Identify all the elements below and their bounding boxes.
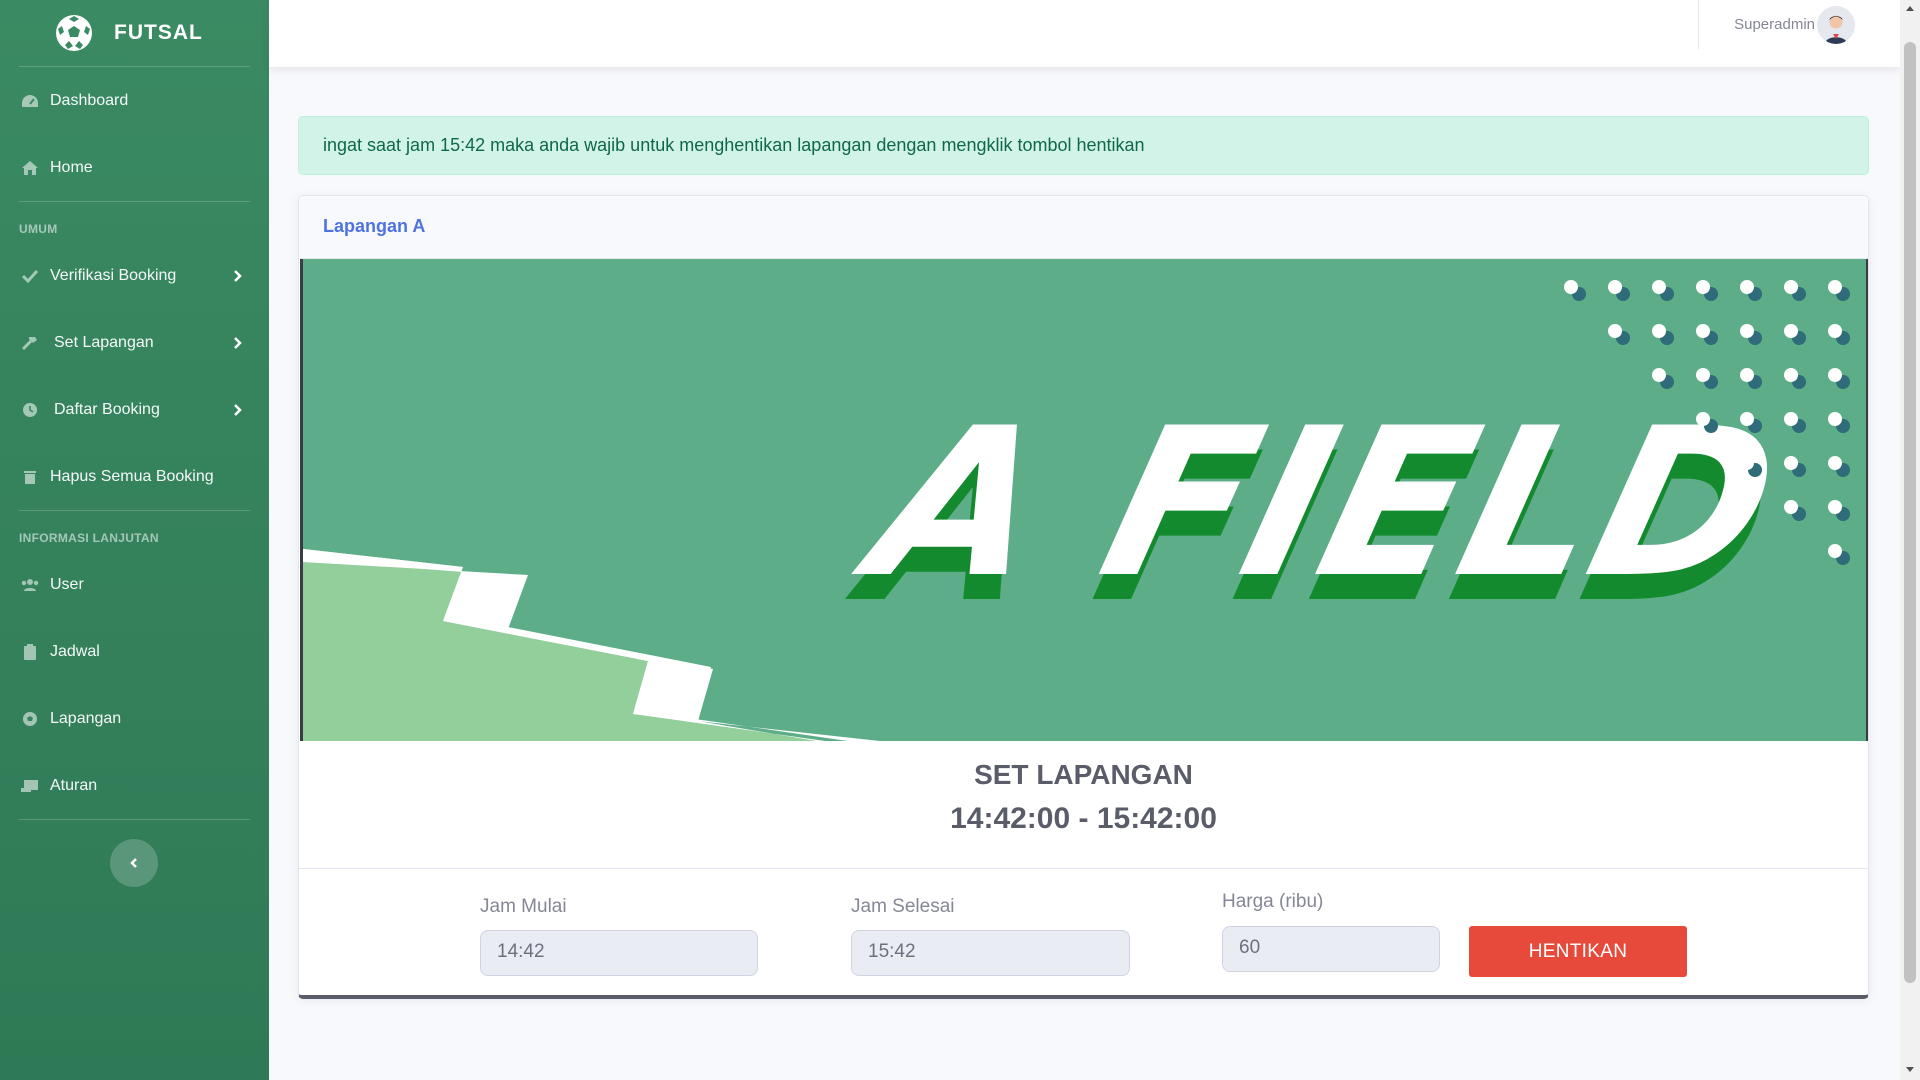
check-icon [20,266,40,286]
brand[interactable]: FUTSAL [0,0,269,66]
clipboard-icon [20,642,40,662]
sidebar-item-lapangan[interactable]: Lapangan [0,685,269,752]
dot [1740,368,1754,382]
sidebar-item-label: Set Lapangan [54,333,154,351]
set-lapangan-time: 14:42:00 - 15:42:00 [950,802,1217,835]
sidebar-item-aturan[interactable]: Aturan [0,752,269,819]
dot [1828,412,1842,426]
sidebar-item-user[interactable]: User [0,551,269,618]
sidebar-item-home[interactable]: Home [0,134,269,201]
scroll-up-arrow-icon[interactable] [1905,4,1915,14]
dot [1784,324,1798,338]
dot [1652,368,1666,382]
sidebar-item-label: User [50,575,84,593]
sidebar-item-set-lapangan[interactable]: Set Lapangan [0,309,269,376]
avatar[interactable] [1817,6,1855,44]
sidebar-section-info: INFORMASI LANJUTAN [19,531,159,545]
dot [1696,324,1710,338]
dot [1784,412,1798,426]
dot [1696,280,1710,294]
dot [1784,368,1798,382]
tachometer-icon [20,91,40,111]
home-icon [20,158,40,178]
hammer-icon [20,333,40,353]
jam-mulai-label: Jam Mulai [480,896,567,917]
sidebar-divider [19,819,250,820]
dot [1696,368,1710,382]
sidebar-item-verifikasi-booking[interactable]: Verifikasi Booking [0,242,269,309]
futbol-icon [20,709,40,729]
sidebar-item-label: Lapangan [50,709,122,727]
user-name[interactable]: Superadmin [1734,16,1815,33]
sidebar-item-label: Jadwal [50,642,100,660]
sidebar-item-label: Daftar Booking [54,400,160,418]
topbar-divider [1698,0,1699,49]
sidebar-item-dashboard[interactable]: Dashboard [0,67,269,134]
dot [1828,324,1842,338]
sidebar-toggle-button[interactable] [110,839,158,887]
dot [1652,324,1666,338]
dot [1784,500,1798,514]
chevron-left-icon [130,858,137,868]
lapangan-card: Lapangan A A FIELD A FIELD SET LAPANGAN … [298,195,1869,999]
scroll-icon [20,776,40,796]
dot [1608,280,1622,294]
dot [1652,280,1666,294]
dot [1740,412,1754,426]
jam-mulai-input[interactable]: 14:42 [480,930,758,976]
sidebar-item-label: Home [50,158,93,176]
sidebar-section-umum: UMUM [19,222,58,236]
clock-icon [20,400,40,420]
users-icon [20,575,40,595]
card-title: Lapangan A [299,196,1868,259]
brand-name: FUTSAL [114,21,203,44]
sidebar: FUTSAL Dashboard Home UMUM Verifikasi Bo… [0,0,269,1080]
sidebar-item-daftar-booking[interactable]: Daftar Booking [0,376,269,443]
topbar: Superadmin [269,0,1900,67]
dot [1784,280,1798,294]
dot [1696,412,1710,426]
dot [1784,456,1798,470]
chevron-right-icon [234,403,242,416]
scroll-down-arrow-icon[interactable] [1905,1064,1915,1074]
card-divider [299,868,1868,869]
field-banner-image: A FIELD A FIELD [300,259,1868,741]
dot [1608,324,1622,338]
dot [1740,280,1754,294]
scrollbar-thumb[interactable] [1904,42,1916,983]
sidebar-item-jadwal[interactable]: Jadwal [0,618,269,685]
hentikan-button[interactable]: HENTIKAN [1469,926,1687,977]
harga-input[interactable]: 60 [1222,926,1440,972]
sidebar-item-label: Aturan [50,776,98,794]
dot [1828,368,1842,382]
sidebar-item-label: Hapus Semua Booking [50,467,214,485]
dot [1828,456,1842,470]
dot [1564,280,1578,294]
chevron-right-icon [234,336,242,349]
dot [1740,456,1754,470]
dot [1828,500,1842,514]
jam-selesai-label: Jam Selesai [851,896,955,917]
set-lapangan-title: SET LAPANGAN [974,759,1193,790]
warning-alert: ingat saat jam 15:42 maka anda wajib unt… [298,116,1869,175]
soccer-ball-icon [56,15,92,51]
banner-text: A FIELD [838,385,1798,623]
dot [1828,544,1842,558]
trash-icon [20,467,40,487]
dot [1740,324,1754,338]
harga-label: Harga (ribu) [1222,891,1324,912]
jam-selesai-input[interactable]: 15:42 [851,930,1130,976]
chevron-right-icon [234,269,242,282]
sidebar-item-label: Dashboard [50,91,129,109]
sidebar-item-label: Verifikasi Booking [50,266,177,284]
sidebar-item-hapus-semua-booking[interactable]: Hapus Semua Booking [0,443,269,510]
dot [1828,280,1842,294]
